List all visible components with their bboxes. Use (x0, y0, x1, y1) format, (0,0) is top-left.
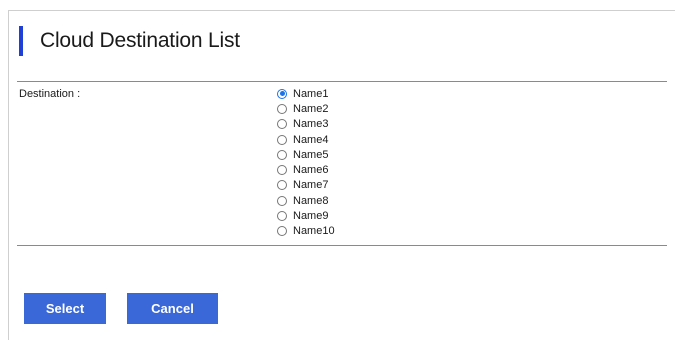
page-frame (8, 10, 675, 340)
title-accent-bar (19, 26, 23, 56)
radio-label: Name7 (293, 179, 329, 192)
select-button[interactable]: Select (24, 293, 106, 324)
radio-label: Name6 (293, 164, 329, 177)
radio-label: Name5 (293, 148, 329, 161)
radio-button[interactable] (277, 226, 287, 237)
radio-label: Name1 (293, 87, 329, 100)
radio-button[interactable] (277, 103, 287, 114)
radio-label: Name3 (293, 118, 329, 131)
radio-button[interactable] (277, 180, 287, 191)
destination-option-9[interactable]: Name9 (277, 208, 335, 223)
destination-option-7[interactable]: Name7 (277, 178, 335, 193)
destination-option-2[interactable]: Name2 (277, 101, 335, 116)
radio-button[interactable] (277, 211, 287, 222)
destination-option-3[interactable]: Name3 (277, 117, 335, 132)
page-header: Cloud Destination List (19, 25, 240, 57)
radio-label: Name4 (293, 133, 329, 146)
radio-button[interactable] (277, 149, 287, 160)
top-divider (17, 81, 667, 82)
page-title: Cloud Destination List (40, 29, 240, 52)
radio-button[interactable] (277, 195, 287, 206)
radio-button[interactable] (277, 134, 287, 145)
destination-radio-group: Name1 Name2 Name3 Name4 Name5 Name6 Name7 Name8… (277, 86, 335, 239)
radio-label: Name9 (293, 210, 329, 223)
destination-option-8[interactable]: Name8 (277, 193, 335, 208)
cancel-button[interactable]: Cancel (127, 293, 218, 324)
destination-option-6[interactable]: Name6 (277, 162, 335, 177)
destination-option-10[interactable]: Name10 (277, 224, 335, 239)
radio-label: Name10 (293, 225, 335, 238)
radio-button[interactable] (277, 165, 287, 176)
radio-label: Name8 (293, 194, 329, 207)
destination-option-4[interactable]: Name4 (277, 132, 335, 147)
radio-label: Name2 (293, 102, 329, 115)
destination-option-5[interactable]: Name5 (277, 147, 335, 162)
bottom-divider (17, 245, 667, 246)
destination-label: Destination : (19, 88, 81, 100)
destination-option-1[interactable]: Name1 (277, 86, 335, 101)
radio-button[interactable] (277, 88, 287, 99)
radio-button[interactable] (277, 119, 287, 130)
